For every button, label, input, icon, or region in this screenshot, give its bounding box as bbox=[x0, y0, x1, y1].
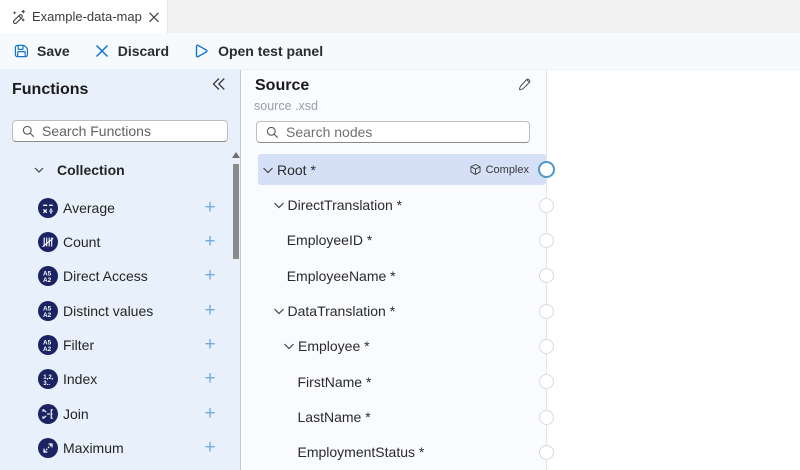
svg-text:A2: A2 bbox=[43, 277, 52, 284]
svg-text:A2: A2 bbox=[43, 346, 52, 353]
svg-text:A2: A2 bbox=[43, 312, 52, 319]
svg-text:3..: 3.. bbox=[43, 380, 50, 387]
